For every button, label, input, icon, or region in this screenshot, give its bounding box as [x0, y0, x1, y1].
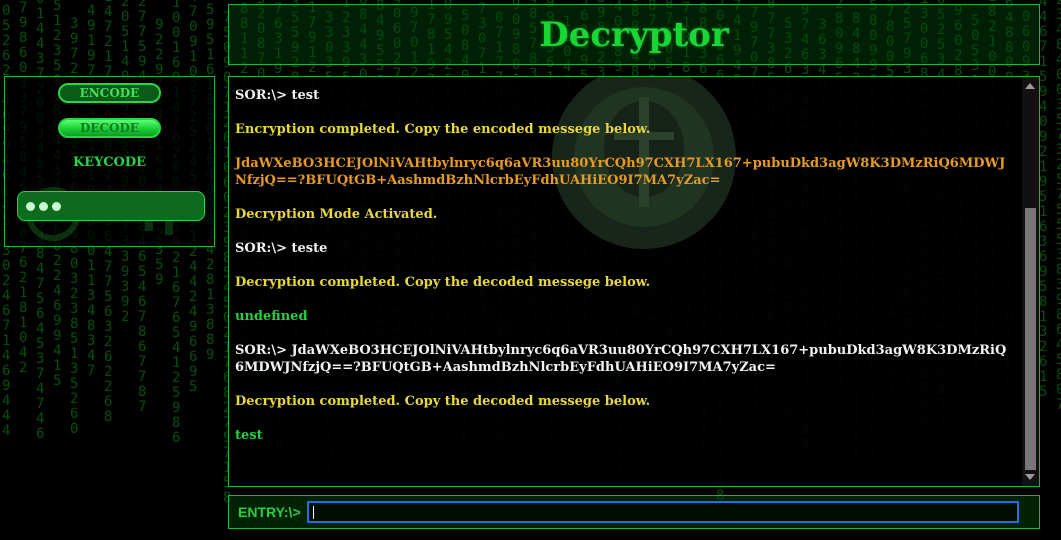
- text-caret: [313, 506, 314, 519]
- console-line-msg: Decryption Mode Activated.: [235, 207, 438, 222]
- matrix-column: 72 3484003573257 5553839 86 4580 7: [1056, 0, 1061, 413]
- page-title: Decryptor: [539, 14, 729, 55]
- decode-button[interactable]: DECODE: [58, 118, 161, 138]
- console-scrollbar[interactable]: [1022, 77, 1039, 486]
- keycode-label: KEYCODE: [72, 155, 147, 170]
- encode-button[interactable]: ENCODE: [58, 83, 161, 103]
- console-line-plain: test: [235, 428, 263, 443]
- scroll-down-icon[interactable]: [1025, 474, 1035, 480]
- console-log: SOR:\> test Encryption completed. Copy th…: [235, 87, 1015, 461]
- keycode-input[interactable]: [17, 191, 205, 221]
- entry-prompt-label: ENTRY:\>: [238, 504, 301, 520]
- console-line-msg: Decryption completed. Copy the decoded m…: [235, 275, 651, 290]
- entry-bar: ENTRY:\>: [228, 495, 1040, 529]
- console-line-user: SOR:\> test: [235, 88, 320, 103]
- header-banner: Decryptor: [228, 4, 1040, 65]
- console-line-msg: Encryption completed. Copy the encoded m…: [235, 122, 651, 137]
- matrix-column: 55446715 9409 21 95163695813261 5: [1039, 0, 1048, 400]
- scroll-thumb[interactable]: [1025, 208, 1036, 470]
- console-line-user: SOR:\> JdaWXeBO3HCEJOlNiVAHtbylnryc6q6aV…: [235, 343, 1007, 375]
- scroll-up-icon[interactable]: [1025, 83, 1035, 89]
- console-line-plain: undefined: [235, 309, 308, 324]
- console-line-msg: Decryption completed. Copy the decoded m…: [235, 394, 651, 409]
- mask-dot: [26, 202, 35, 211]
- entry-input[interactable]: [307, 501, 1019, 523]
- mask-dot: [52, 202, 61, 211]
- control-panel: ENCODE DECODE KEYCODE: [4, 76, 215, 247]
- console-line-user: SOR:\> teste: [235, 241, 328, 256]
- mask-dot: [39, 202, 48, 211]
- console-line-code: JdaWXeBO3HCEJOlNiVAHtbylnryc6q6aVR3uu80Y…: [235, 156, 1006, 188]
- console-output[interactable]: SOR:\> test Encryption completed. Copy th…: [228, 76, 1040, 487]
- decryptor-app: 40526 21409 946145130246714 694447 79860…: [0, 0, 1061, 540]
